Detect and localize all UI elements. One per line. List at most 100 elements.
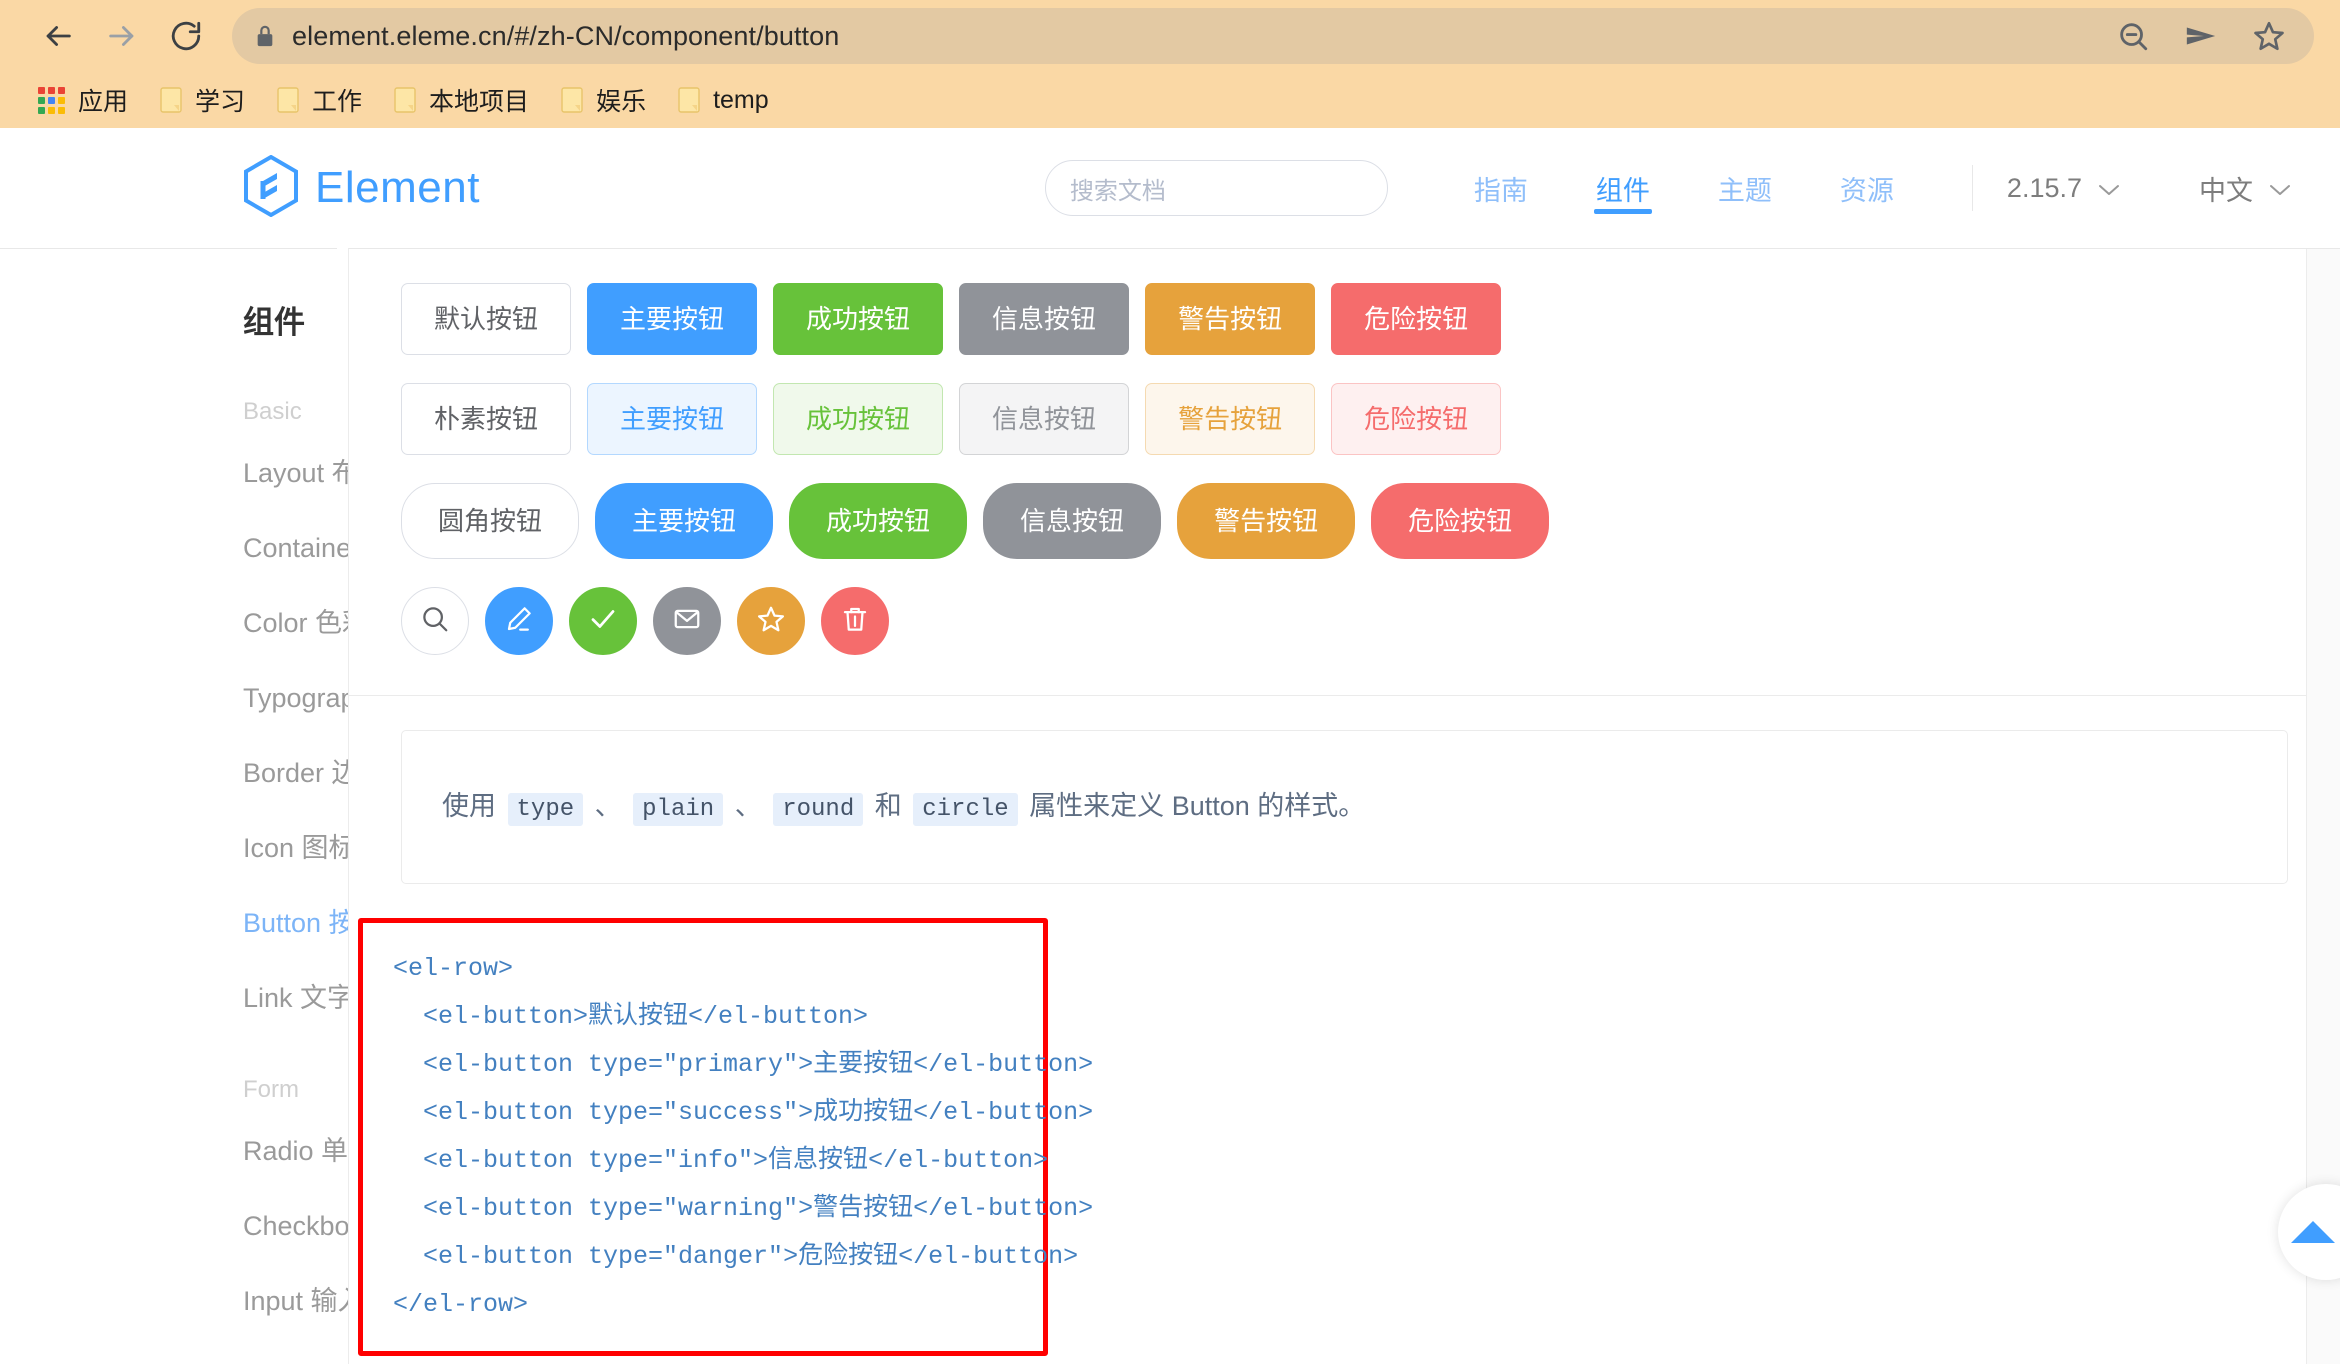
code-area: <el-row> <el-button>默认按钮</el-button> <el… xyxy=(349,918,2340,1364)
folder-icon xyxy=(678,87,700,113)
bookmark-label: 应用 xyxy=(78,88,129,116)
sidebar-item-icon[interactable]: Icon 图标 xyxy=(243,835,356,910)
sidebar-item-radio[interactable]: Radio 单选框 xyxy=(243,1138,402,1213)
share-icon[interactable] xyxy=(2184,21,2218,51)
button-round-success[interactable]: 成功按钮 xyxy=(789,483,968,559)
nav-link-theme[interactable]: 主题 xyxy=(1684,128,1806,248)
sidebar-item-container[interactable]: Container 布局容器 xyxy=(243,535,476,610)
bookmark-label: 本地项目 xyxy=(429,88,530,116)
folder-icon xyxy=(561,87,583,113)
code-circle: circle xyxy=(913,793,1018,826)
button-round-warning[interactable]: 警告按钮 xyxy=(1177,483,1356,559)
button-primary[interactable]: 主要按钮 xyxy=(587,283,758,355)
brand[interactable]: Element xyxy=(243,154,480,222)
chevron-down-icon xyxy=(2097,173,2121,204)
sidebar-item-typography[interactable]: Typography 字体 xyxy=(243,685,446,760)
version-value: 2.15.7 xyxy=(2006,172,2082,203)
button-plain-info[interactable]: 信息按钮 xyxy=(959,383,1130,455)
nav-link-guide[interactable]: 指南 xyxy=(1440,128,1562,248)
desc-conj: 和 xyxy=(874,791,902,821)
bookmark-folder-1[interactable]: 学习 xyxy=(144,76,261,124)
sidebar-group-form: Form xyxy=(243,1076,299,1103)
header-right: 搜索文档 指南 组件 主题 资源 2.15.7 中文 xyxy=(1044,128,2340,248)
code-type: type xyxy=(507,793,584,826)
forward-button[interactable] xyxy=(90,4,154,68)
button-circle-message[interactable] xyxy=(653,587,721,655)
button-plain-warning[interactable]: 警告按钮 xyxy=(1145,383,1316,455)
button-plain-default[interactable]: 朴素按钮 xyxy=(401,383,572,455)
desc-sep-1: 、 xyxy=(594,791,622,821)
description-block: 使用 type 、 plain 、 round 和 circle 属性来定义 B… xyxy=(401,730,2288,885)
code-line: <el-button type="danger">危险按钮</el-button… xyxy=(393,1242,1079,1272)
sidebar-item-link[interactable]: Link 文字链接 xyxy=(243,985,408,1060)
bookmark-label: 娱乐 xyxy=(596,88,647,116)
button-plain-primary[interactable]: 主要按钮 xyxy=(587,383,758,455)
sidebar-item-border[interactable]: Border 边框 xyxy=(243,760,386,835)
sidebar-group-basic: Basic xyxy=(243,398,302,425)
zoom-out-icon[interactable] xyxy=(2116,19,2150,53)
reload-icon xyxy=(169,19,203,53)
button-round-info[interactable]: 信息按钮 xyxy=(983,483,1162,559)
body-wrap: 组件 Basic Layout 布局 Container 布局容器 Color … xyxy=(0,248,2340,1364)
address-bar[interactable]: element.eleme.cn/#/zh-CN/component/butto… xyxy=(232,8,2314,64)
code-line: <el-button type="info">信息按钮</el-button> xyxy=(393,1146,1049,1176)
version-selector[interactable]: 2.15.7 xyxy=(2007,173,2121,204)
search-input[interactable]: 搜索文档 xyxy=(1044,160,1388,216)
language-value: 中文 xyxy=(2199,175,2253,206)
button-success[interactable]: 成功按钮 xyxy=(773,283,944,355)
nav-link-components[interactable]: 组件 xyxy=(1562,128,1684,248)
button-plain-danger[interactable]: 危险按钮 xyxy=(1331,383,1502,455)
sidebar-item-input[interactable]: Input 输入框 xyxy=(243,1288,392,1363)
desc-suffix: 属性来定义 Button 的样式。 xyxy=(1029,791,1366,821)
sidebar-item-checkbox[interactable]: Checkbox 多选框 xyxy=(243,1213,452,1288)
button-round-danger[interactable]: 危险按钮 xyxy=(1371,483,1550,559)
button-plain-success[interactable]: 成功按钮 xyxy=(773,383,944,455)
button-round-primary[interactable]: 主要按钮 xyxy=(595,483,774,559)
forward-arrow-icon xyxy=(105,19,139,53)
button-circle-edit[interactable] xyxy=(485,587,553,655)
language-selector[interactable]: 中文 xyxy=(2199,169,2292,208)
button-default[interactable]: 默认按钮 xyxy=(401,283,572,355)
button-info[interactable]: 信息按钮 xyxy=(959,283,1130,355)
brand-name: Element xyxy=(315,163,480,212)
round-buttons-row: 圆角按钮 主要按钮 成功按钮 信息按钮 警告按钮 危险按钮 xyxy=(401,483,2288,559)
button-round-default[interactable]: 圆角按钮 xyxy=(401,483,580,559)
sidebar-item-button[interactable]: Button 按钮 xyxy=(243,910,383,985)
default-buttons-code-block[interactable]: <el-row> <el-button>默认按钮</el-button> <el… xyxy=(358,918,1093,1357)
folder-icon xyxy=(394,87,416,113)
code-line: <el-row> xyxy=(393,954,514,984)
folder-icon xyxy=(160,87,182,113)
star-icon[interactable] xyxy=(2252,19,2286,53)
bookmark-folder-5[interactable]: temp xyxy=(662,80,785,121)
nav-link-resources[interactable]: 资源 xyxy=(1806,128,1928,248)
reload-button[interactable] xyxy=(154,4,218,68)
site-header: Element 搜索文档 指南 组件 主题 资源 2.15.7 中文 xyxy=(0,128,2340,248)
element-hexagon-logo-icon xyxy=(243,154,299,222)
browser-chrome: element.eleme.cn/#/zh-CN/component/butto… xyxy=(0,0,2340,128)
sidebar-item-layout[interactable]: Layout 布局 xyxy=(243,460,386,535)
code-round: round xyxy=(773,793,864,826)
code-line: <el-button type="primary">主要按钮</el-butto… xyxy=(393,1050,1094,1080)
desc-sep-2: 、 xyxy=(734,791,762,821)
desc-prefix: 使用 xyxy=(442,791,496,821)
button-circle-search[interactable] xyxy=(401,587,469,655)
button-circle-star[interactable] xyxy=(737,587,805,655)
button-circle-delete[interactable] xyxy=(821,587,889,655)
bookmark-folder-4[interactable]: 娱乐 xyxy=(545,76,662,124)
back-button[interactable] xyxy=(26,4,90,68)
edit-icon xyxy=(504,604,534,638)
browser-toolbar: element.eleme.cn/#/zh-CN/component/butto… xyxy=(0,0,2340,72)
bookmark-folder-2[interactable]: 工作 xyxy=(261,76,378,124)
bookmark-folder-3[interactable]: 本地项目 xyxy=(378,76,545,124)
button-circle-check[interactable] xyxy=(569,587,637,655)
plain-buttons-row: 朴素按钮 主要按钮 成功按钮 信息按钮 警告按钮 危险按钮 xyxy=(401,383,2288,455)
delete-icon xyxy=(840,604,870,638)
default-buttons-row: 默认按钮 主要按钮 成功按钮 信息按钮 警告按钮 危险按钮 xyxy=(401,283,2288,355)
main-nav: 指南 组件 主题 资源 xyxy=(1440,128,1928,248)
sidebar-item-color[interactable]: Color 色彩 xyxy=(243,610,369,685)
button-warning[interactable]: 警告按钮 xyxy=(1145,283,1316,355)
star-icon xyxy=(756,604,786,638)
bookmark-apps[interactable]: 应用 xyxy=(22,76,144,124)
button-danger[interactable]: 危险按钮 xyxy=(1331,283,1502,355)
bookmark-label: temp xyxy=(713,85,769,114)
